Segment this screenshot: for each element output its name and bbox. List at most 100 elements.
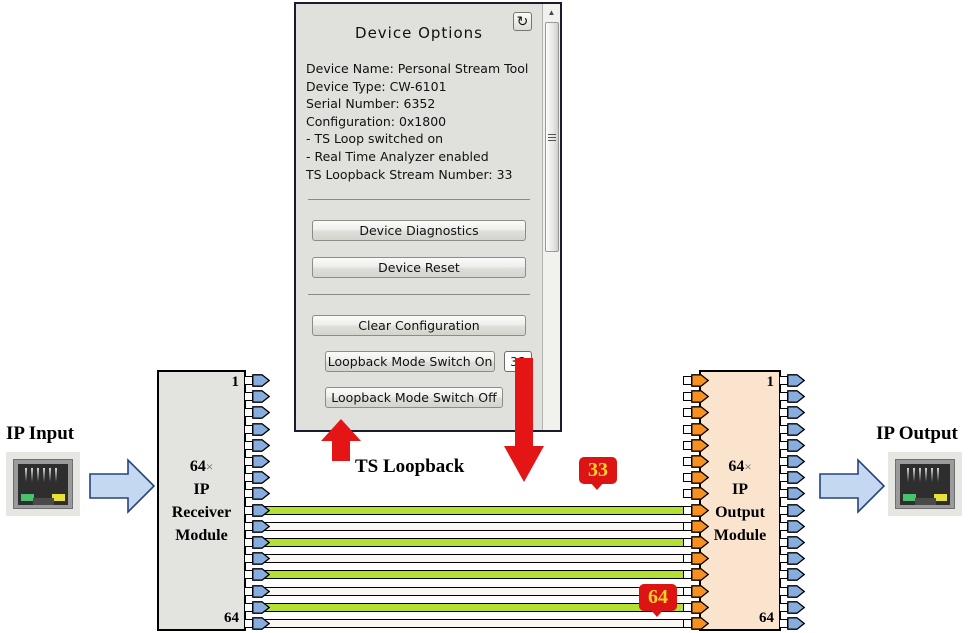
pin-connector xyxy=(779,519,805,533)
output-line-3: Output xyxy=(715,503,765,521)
receiver-multiplier-icon: × xyxy=(205,458,214,474)
pin-connector xyxy=(779,503,805,517)
pin-connector xyxy=(683,438,709,452)
loopback-mode-switch-off-button[interactable]: Loopback Mode Switch Off xyxy=(325,387,503,409)
loopback-link-active xyxy=(256,505,693,515)
loopback-on-row: Loopback Mode Switch On 33 xyxy=(306,351,532,373)
receiver-count: 64 xyxy=(189,457,206,475)
pin-connector xyxy=(683,422,709,436)
output-count-line: 64× xyxy=(728,455,751,478)
loopback-mode-switch-on-button[interactable]: Loopback Mode Switch On xyxy=(325,351,496,373)
device-info-line-1: Device Type: CW-6101 xyxy=(306,78,447,94)
device-info-block: Device Name: Personal Stream Tool Device … xyxy=(306,60,532,183)
ip-receiver-module: 64× IP Receiver Module 1 64 xyxy=(157,370,246,631)
pin-connector xyxy=(244,617,270,630)
device-info-line-5: - Real Time Analyzer enabled xyxy=(306,148,489,164)
pin-connector xyxy=(244,487,270,501)
loopback-link-active xyxy=(256,602,693,612)
scroll-thumb[interactable] xyxy=(545,22,559,252)
loopback-link-inactive xyxy=(256,619,693,628)
device-info-line-0: Device Name: Personal Stream Tool xyxy=(306,61,529,76)
stream-badge-64: 64 xyxy=(639,584,677,617)
device-info-line-2: Serial Number: 6352 xyxy=(306,96,436,112)
loopback-link-active xyxy=(256,538,693,547)
scroll-grip-icon xyxy=(548,133,556,141)
pin-connector xyxy=(683,374,709,387)
pin-connector xyxy=(779,584,805,598)
rj45-latch-tab xyxy=(915,497,936,505)
rj45-ethernet-jack-icon-input xyxy=(6,452,80,516)
pin-connector xyxy=(683,617,709,630)
device-reset-button[interactable]: Device Reset xyxy=(312,257,526,279)
pin-connector xyxy=(244,552,270,566)
red-up-arrow-icon xyxy=(321,419,361,461)
pin-connector xyxy=(244,438,270,452)
output-multiplier-icon: × xyxy=(744,458,752,474)
receiver-line-2: IP xyxy=(193,480,210,498)
stream-badge-64-tail xyxy=(649,608,665,617)
pin-connector xyxy=(683,487,709,501)
ip-input-label: IP Input xyxy=(6,423,75,444)
pin-connector xyxy=(244,503,270,517)
rj45-outer-shell xyxy=(13,459,73,509)
pin-connector xyxy=(244,455,270,468)
loopback-link-inactive xyxy=(256,521,693,531)
pin-connector xyxy=(779,536,805,549)
receiver-pin-last-label: 64 xyxy=(224,610,239,626)
pin-connector xyxy=(683,503,709,517)
pin-connector xyxy=(779,487,805,501)
output-pin-first-label: 1 xyxy=(766,374,775,390)
ip-output-module: 64× IP Output Module 1 64 xyxy=(699,370,781,631)
dialog-divider-1 xyxy=(308,199,530,201)
loopback-link-inactive xyxy=(256,554,693,564)
device-info-line-3: Configuration: 0x1800 xyxy=(306,113,447,129)
output-count: 64 xyxy=(728,457,745,475)
pin-connector xyxy=(683,600,709,614)
pin-connector xyxy=(779,455,805,468)
refresh-icon[interactable]: ↻ xyxy=(513,12,532,31)
rj45-ethernet-jack-icon-output xyxy=(888,452,962,516)
stream-badge-64-bubble: 64 xyxy=(639,584,677,611)
device-diagnostics-button[interactable]: Device Diagnostics xyxy=(312,220,526,242)
receiver-line-3: Receiver xyxy=(171,503,232,521)
pin-connector xyxy=(683,455,709,468)
pin-connector xyxy=(683,552,709,566)
pin-connector xyxy=(244,568,270,582)
clear-configuration-button[interactable]: Clear Configuration xyxy=(312,315,526,337)
rj45-latch-tab xyxy=(33,497,54,505)
output-line-4: Module xyxy=(713,526,767,544)
pin-connector xyxy=(683,568,709,582)
pin-connector xyxy=(244,390,270,404)
device-info-line-4: - TS Loop switched on xyxy=(306,131,444,147)
flow-arrow-output-icon xyxy=(819,458,886,514)
pin-connector xyxy=(779,422,805,436)
loopback-link-inactive xyxy=(256,586,693,596)
stream-badge-33-tail xyxy=(589,481,605,490)
pin-connector xyxy=(683,406,709,420)
pin-connector xyxy=(244,536,270,549)
receiver-pin-first-label: 1 xyxy=(231,374,240,390)
pin-connector xyxy=(779,390,805,404)
dialog-divider-2 xyxy=(308,294,530,296)
flow-arrow-input-icon xyxy=(89,458,156,514)
output-pin-last-label: 64 xyxy=(759,610,774,626)
receiver-line-4: Module xyxy=(175,526,228,544)
pin-connector xyxy=(683,471,709,485)
device-info-line-6: TS Loopback Stream Number: 33 xyxy=(306,166,513,182)
pin-connector xyxy=(779,600,805,614)
output-line-2: IP xyxy=(732,480,748,498)
ts-loopback-label: TS Loopback xyxy=(355,456,465,477)
pin-connector xyxy=(244,471,270,485)
pin-connector xyxy=(683,584,709,598)
pin-connector xyxy=(779,617,805,630)
scroll-up-arrow-icon[interactable]: ▲ xyxy=(543,4,560,20)
pin-connector xyxy=(779,438,805,452)
dialog-title: Device Options xyxy=(355,24,483,42)
loopback-link-active xyxy=(256,570,693,580)
rj45-inner-cavity xyxy=(900,463,950,505)
pin-connector xyxy=(244,374,270,387)
pin-connector xyxy=(683,519,709,533)
pin-connector xyxy=(779,374,805,387)
stream-badge-33-bubble: 33 xyxy=(579,457,617,484)
pin-connector xyxy=(244,600,270,614)
